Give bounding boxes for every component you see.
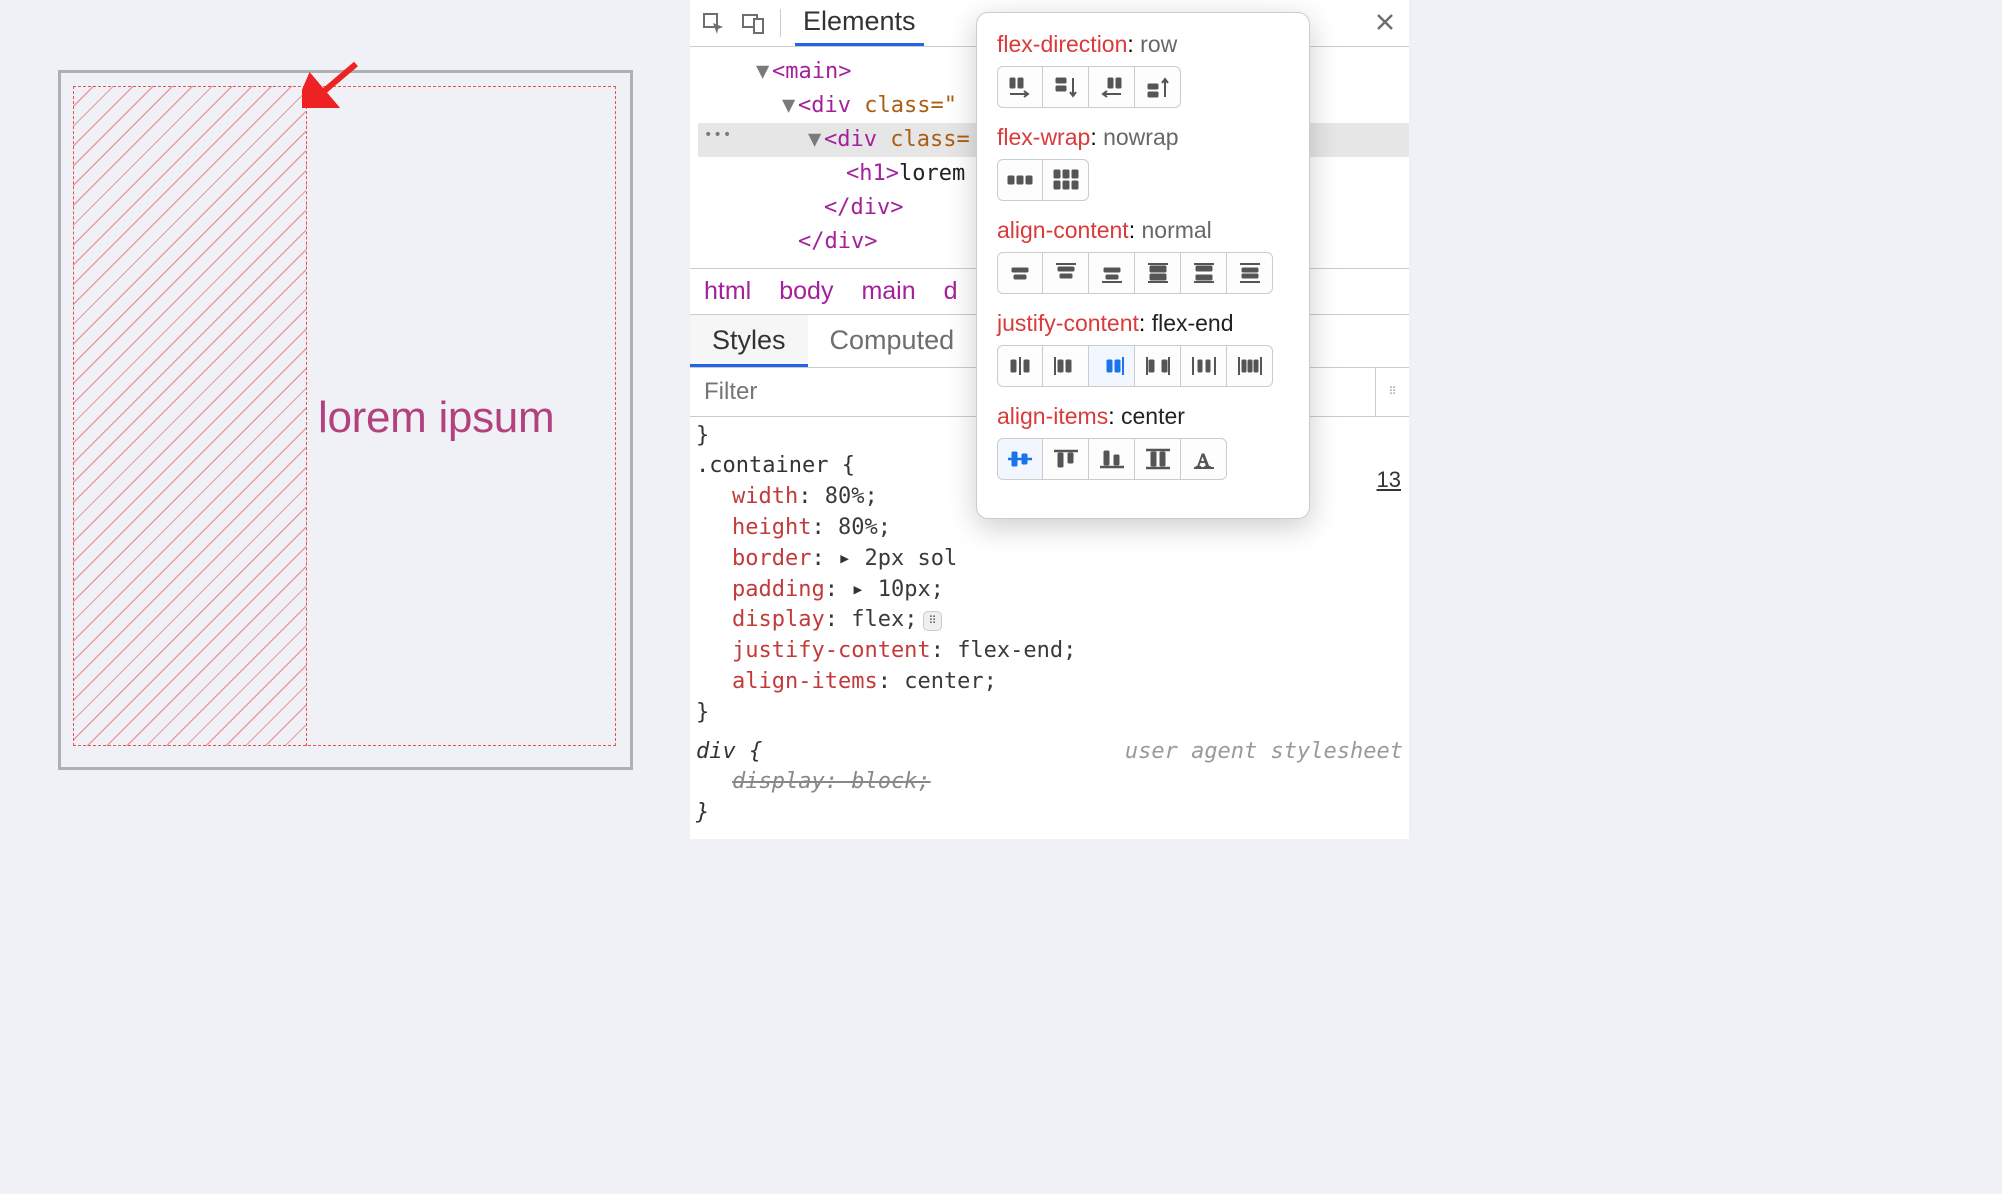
flex-option-justify-content-5[interactable]: [1227, 345, 1273, 387]
css-prop[interactable]: width: [732, 484, 798, 509]
css-val[interactable]: center;: [904, 669, 997, 694]
flex-option-flex-wrap-0[interactable]: [997, 159, 1043, 201]
flex-option-align-items-1[interactable]: [1043, 438, 1089, 480]
flex-option-align-content-2[interactable]: [1089, 252, 1135, 294]
css-prop[interactable]: display: [732, 607, 825, 632]
flex-prop-name: flex-wrap: [997, 124, 1090, 150]
css-prop[interactable]: height: [732, 515, 811, 540]
tab-styles[interactable]: Styles: [690, 315, 808, 367]
annotation-arrow-overlay: [302, 58, 362, 108]
css-prop[interactable]: justify-content: [732, 638, 931, 663]
device-toggle-icon[interactable]: [740, 10, 766, 36]
flex-option-flex-wrap-1[interactable]: [1043, 159, 1089, 201]
flex-option-justify-content-3[interactable]: [1135, 345, 1181, 387]
flex-option-align-content-5[interactable]: [1227, 252, 1273, 294]
flex-prop-value: nowrap: [1103, 124, 1178, 150]
flex-editor-row-justify-content: justify-content: flex-end: [997, 310, 1289, 387]
crumb-html[interactable]: html: [704, 277, 751, 306]
css-prop[interactable]: border: [732, 546, 811, 571]
flex-option-flex-direction-1[interactable]: [1043, 66, 1089, 108]
inspect-element-icon[interactable]: [700, 10, 726, 36]
css-val[interactable]: flex;: [851, 607, 917, 632]
toolbar-divider: [780, 9, 781, 37]
flex-option-flex-direction-3[interactable]: [1135, 66, 1181, 108]
css-val[interactable]: 80%;: [838, 515, 891, 540]
flex-editor-row-align-content: align-content: normal: [997, 217, 1289, 294]
flex-option-flex-direction-2[interactable]: [1089, 66, 1135, 108]
crumb-d[interactable]: d: [944, 277, 958, 306]
heading-lorem: lorem ipsum: [318, 393, 554, 443]
flex-option-justify-content-2[interactable]: [1089, 345, 1135, 387]
flex-editor-row-flex-direction: flex-direction: row: [997, 31, 1289, 108]
crumb-main[interactable]: main: [861, 277, 915, 306]
flex-option-align-items-4[interactable]: A: [1181, 438, 1227, 480]
flex-prop-value: normal: [1141, 217, 1211, 243]
flex-option-justify-content-1[interactable]: [1043, 345, 1089, 387]
hov-toggle-icon[interactable]: ⠿: [1375, 368, 1409, 416]
flex-prop-name: align-items: [997, 403, 1108, 429]
flex-editor-row-flex-wrap: flex-wrap: nowrap: [997, 124, 1289, 201]
flex-option-align-content-1[interactable]: [1043, 252, 1089, 294]
flex-editor-row-align-items: align-items: centerA: [997, 403, 1289, 480]
flex-option-justify-content-4[interactable]: [1181, 345, 1227, 387]
flex-option-align-content-4[interactable]: [1181, 252, 1227, 294]
rule-close: }: [696, 698, 1403, 729]
rendered-page-stage: lorem ipsum: [0, 0, 690, 839]
ua-rule-selector: div {: [696, 737, 762, 768]
css-prop[interactable]: align-items: [732, 669, 878, 694]
css-val[interactable]: 80%;: [825, 484, 878, 509]
ua-rule-decl: display: block;: [732, 767, 1403, 798]
css-val[interactable]: 2px sol: [864, 546, 957, 571]
flex-option-flex-direction-0[interactable]: [997, 66, 1043, 108]
flex-editor-popover[interactable]: flex-direction: row flex-wrap: nowrap alig…: [976, 12, 1310, 519]
flex-prop-name: justify-content: [997, 310, 1139, 336]
tab-elements[interactable]: Elements: [795, 1, 924, 46]
ua-rule-close: }: [696, 798, 1403, 829]
crumb-body[interactable]: body: [779, 277, 833, 306]
css-val[interactable]: 10px;: [878, 577, 944, 602]
flex-prop-value: flex-end: [1152, 310, 1234, 336]
flex-option-align-items-0[interactable]: [997, 438, 1043, 480]
source-line-link[interactable]: 13: [1377, 465, 1401, 496]
flex-prop-value: row: [1140, 31, 1177, 57]
close-icon[interactable]: [1375, 12, 1395, 38]
flex-option-align-content-3[interactable]: [1135, 252, 1181, 294]
flex-option-align-items-3[interactable]: [1135, 438, 1181, 480]
flex-option-align-content-0[interactable]: [997, 252, 1043, 294]
flex-option-align-items-2[interactable]: [1089, 438, 1135, 480]
flex-prop-value: center: [1121, 403, 1185, 429]
ua-stylesheet-note: user agent stylesheet: [1125, 737, 1403, 768]
tab-computed[interactable]: Computed: [808, 315, 977, 367]
css-prop[interactable]: padding: [732, 577, 825, 602]
flex-option-justify-content-0[interactable]: [997, 345, 1043, 387]
flex-badge-icon[interactable]: ⠿: [923, 611, 941, 630]
flex-prop-name: align-content: [997, 217, 1129, 243]
css-val[interactable]: flex-end;: [957, 638, 1076, 663]
flex-prop-name: flex-direction: [997, 31, 1127, 57]
